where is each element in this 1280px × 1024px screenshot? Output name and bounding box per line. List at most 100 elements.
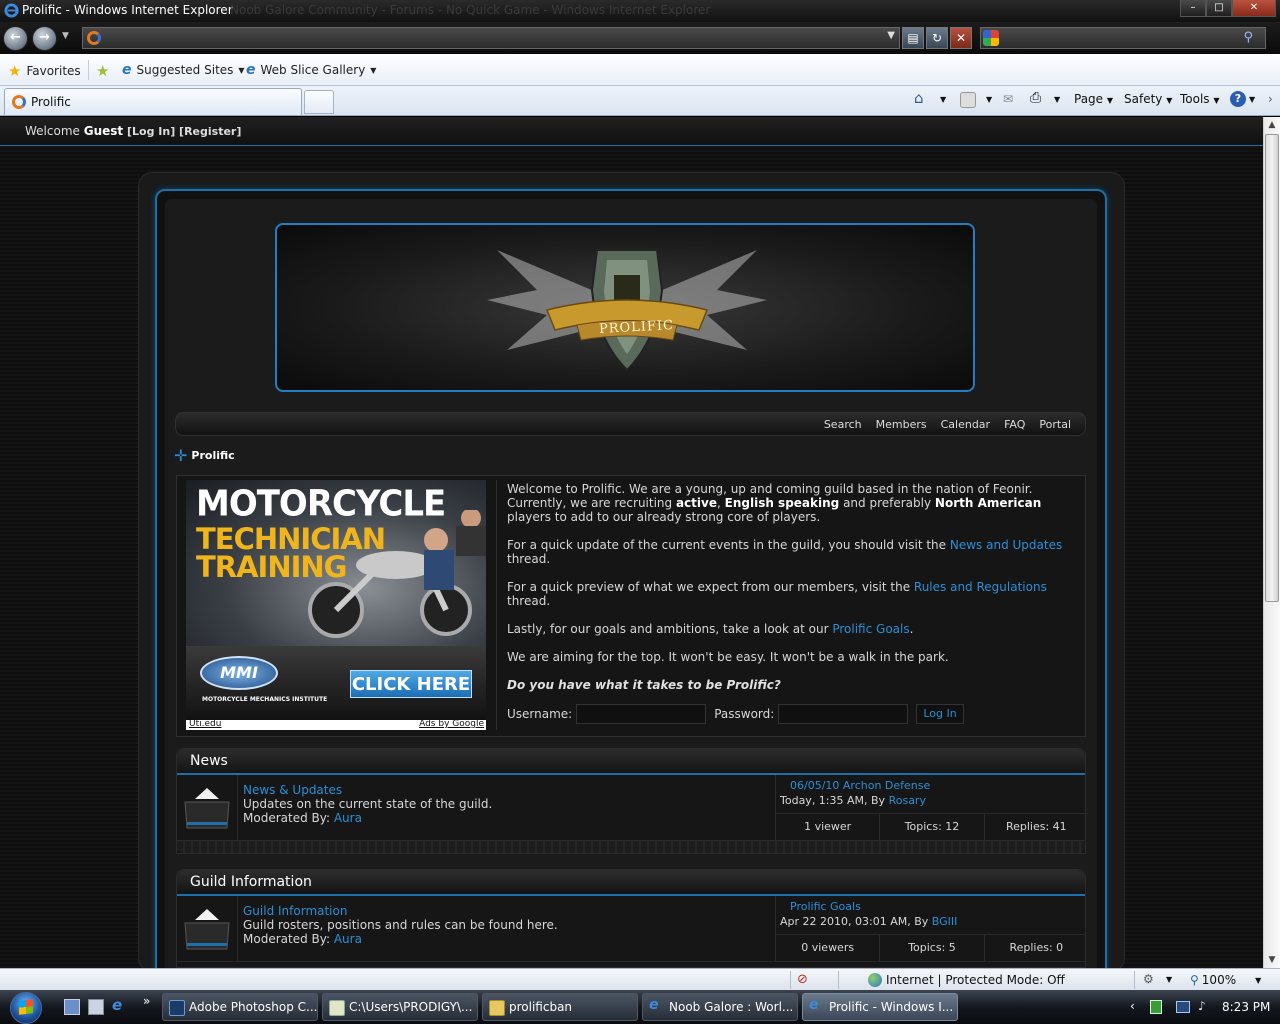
- taskbar-prolific-ie[interactable]: e Prolific - Windows I...: [802, 993, 958, 1021]
- back-button[interactable]: ←: [3, 26, 28, 51]
- close-button[interactable]: ✕: [1232, 0, 1276, 17]
- forum-title-link[interactable]: Guild Information: [243, 904, 558, 918]
- switch-windows-icon[interactable]: [88, 999, 104, 1015]
- rules-and-regulations-link[interactable]: Rules and Regulations: [914, 580, 1047, 594]
- suggested-sites-link[interactable]: e Suggested Sites ▼: [122, 62, 245, 78]
- nav-faq-link[interactable]: FAQ: [1004, 418, 1025, 431]
- ads-by-google-link[interactable]: Ads by Google: [419, 719, 484, 729]
- nav-calendar-link[interactable]: Calendar: [941, 418, 990, 431]
- page-menu[interactable]: Page ▼: [1074, 92, 1113, 106]
- intro-text-run: Lastly, for our goals and ambitions, tak…: [507, 622, 833, 636]
- zoom-control[interactable]: ⚲ 100% ▼: [1190, 973, 1261, 987]
- tab-prolific[interactable]: Prolific: [4, 88, 302, 115]
- quicklaunch-overflow-icon[interactable]: »: [143, 994, 159, 1010]
- login-link[interactable]: [Log In]: [127, 125, 175, 138]
- taskbar-clock[interactable]: 8:23 PM: [1222, 1000, 1270, 1014]
- stop-icon[interactable]: ✕: [950, 27, 972, 49]
- security-zone[interactable]: Internet | Protected Mode: Off: [868, 973, 1065, 987]
- breadcrumb-label[interactable]: Prolific: [191, 449, 234, 462]
- history-dropdown-icon[interactable]: ▼: [62, 31, 69, 41]
- address-input[interactable]: ▼: [82, 27, 900, 49]
- login-button[interactable]: Log In: [916, 704, 964, 724]
- scroll-thumb[interactable]: [1265, 134, 1279, 602]
- ad-click-here-button[interactable]: CLICK HERE: [350, 670, 472, 698]
- search-icon[interactable]: ⚲: [1243, 30, 1253, 45]
- start-button[interactable]: [2, 991, 50, 1024]
- folder-icon: [184, 788, 230, 829]
- favorites-button[interactable]: ★ Favorites: [8, 62, 81, 80]
- more-commands-icon[interactable]: ›: [1268, 92, 1273, 106]
- protected-mode-icon[interactable]: ⚙: [1143, 972, 1154, 986]
- chevron-down-icon[interactable]: ▼: [940, 95, 946, 104]
- welcome-user: Guest: [83, 124, 124, 138]
- password-input[interactable]: [778, 704, 909, 724]
- prolific-goals-link[interactable]: Prolific Goals: [832, 622, 909, 636]
- last-post-title-link[interactable]: 06/05/10 Archon Defense: [790, 779, 930, 792]
- taskbar-explorer-path[interactable]: C:\Users\PRODIGY\...: [322, 993, 478, 1021]
- forum-banner[interactable]: PROLIFIC: [275, 223, 975, 392]
- compatibility-view-icon[interactable]: ▤: [902, 27, 924, 49]
- feeds-icon[interactable]: [960, 92, 976, 108]
- taskbar-photoshop[interactable]: Adobe Photoshop C...: [162, 993, 318, 1021]
- refresh-icon[interactable]: ↻: [926, 27, 948, 49]
- mmi-logo: MMI: [200, 656, 278, 690]
- add-to-favorites-button[interactable]: ★: [96, 62, 109, 80]
- forum-title-link[interactable]: News & Updates: [243, 783, 492, 797]
- address-dropdown-icon[interactable]: ▼: [887, 30, 895, 41]
- safety-menu[interactable]: Safety ▼: [1124, 92, 1172, 106]
- tools-menu[interactable]: Tools ▼: [1180, 92, 1220, 106]
- vertical-scrollbar[interactable]: ▲ ▼: [1263, 117, 1280, 968]
- scroll-down-icon[interactable]: ▼: [1264, 952, 1280, 968]
- minimize-button[interactable]: –: [1180, 0, 1206, 17]
- forward-button[interactable]: →: [32, 26, 57, 51]
- home-icon[interactable]: ⌂: [914, 89, 924, 107]
- volume-icon[interactable]: ♪: [1198, 999, 1206, 1013]
- scroll-up-icon[interactable]: ▲: [1264, 117, 1280, 133]
- username-input[interactable]: [576, 704, 707, 724]
- taskbar-prolificban-folder[interactable]: prolificban: [482, 993, 638, 1021]
- chevron-down-icon[interactable]: ▼: [1166, 975, 1172, 984]
- category-news: News News & Updates Updates on the curre…: [176, 748, 1088, 854]
- print-icon[interactable]: ⎙: [1030, 90, 1041, 106]
- google-icon: [983, 30, 999, 46]
- last-post-title-link[interactable]: Prolific Goals: [790, 900, 861, 913]
- nav-portal-link[interactable]: Portal: [1039, 418, 1071, 431]
- page-menu-label: Page: [1074, 92, 1104, 106]
- moderator-link[interactable]: Aura: [334, 811, 362, 825]
- show-desktop-icon[interactable]: [64, 999, 80, 1015]
- category-header[interactable]: News: [177, 749, 1085, 775]
- maximize-button[interactable]: □: [1206, 0, 1232, 17]
- chevron-down-icon[interactable]: ▼: [986, 95, 992, 104]
- quick-login-form: Username: Password: Log In: [507, 704, 964, 724]
- safety-menu-label: Safety: [1124, 92, 1163, 106]
- network-icon[interactable]: [1176, 1001, 1190, 1013]
- advertisement[interactable]: MOTORCYCLE TECHNICIAN TRAINING MMI MOTOR…: [186, 480, 486, 730]
- forum-stats: 1 viewer Topics: 12 Replies: 41: [776, 813, 1088, 841]
- help-icon[interactable]: ?: [1230, 91, 1246, 107]
- topic-count: Topics: 12: [880, 814, 985, 841]
- ad-source-link[interactable]: Uti.edu: [189, 719, 221, 729]
- nav-search-link[interactable]: Search: [824, 418, 862, 431]
- status-divider: [838, 971, 839, 989]
- read-mail-icon[interactable]: ✉: [1003, 92, 1013, 106]
- new-tab-button[interactable]: [304, 90, 334, 114]
- tray-overflow-icon[interactable]: ‹: [1130, 999, 1135, 1013]
- chevron-down-icon[interactable]: ▼: [1054, 95, 1060, 104]
- news-and-updates-link[interactable]: News and Updates: [950, 538, 1062, 552]
- last-post-user-link[interactable]: Rosary: [889, 794, 926, 807]
- last-post-user-link[interactable]: BGIII: [932, 915, 958, 928]
- popup-blocked-icon[interactable]: ⊘: [797, 972, 808, 987]
- ie-quicklaunch-icon[interactable]: e: [112, 996, 128, 1014]
- windows-flag-icon: [19, 999, 33, 1015]
- intro-text-run: ,: [717, 496, 725, 510]
- battery-icon[interactable]: [1150, 1000, 1162, 1014]
- web-slice-gallery-link[interactable]: e Web Slice Gallery ▼: [246, 62, 376, 78]
- ie-icon: e: [809, 997, 819, 1013]
- chevron-down-icon[interactable]: ▼: [1249, 95, 1255, 104]
- register-link[interactable]: [Register]: [179, 125, 241, 138]
- moderator-link[interactable]: Aura: [334, 932, 362, 946]
- search-input[interactable]: ⚲: [980, 27, 1266, 49]
- nav-members-link[interactable]: Members: [876, 418, 927, 431]
- category-header[interactable]: Guild Information: [177, 870, 1085, 896]
- taskbar-noob-galore[interactable]: e Noob Galore : Worl...: [642, 993, 798, 1021]
